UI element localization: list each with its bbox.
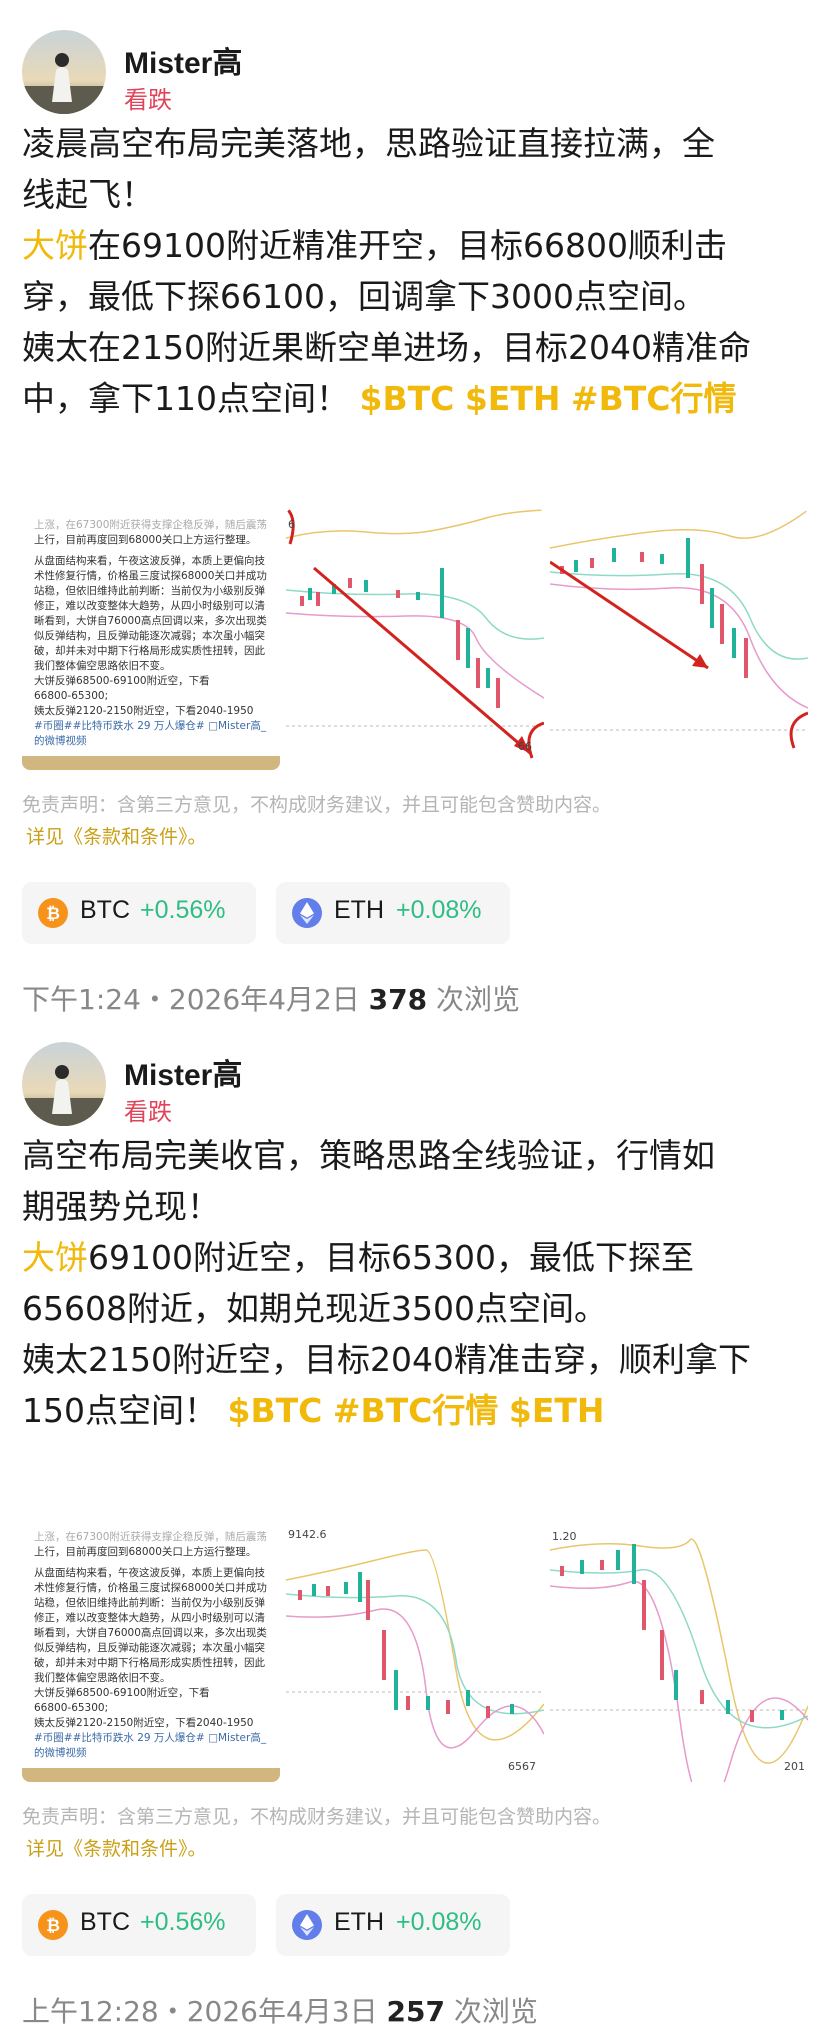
post-text: 高空布局完美收官，策略思路全线验证，行情如 期强势兑现！ 大饼69100附近空，… (22, 1130, 812, 1436)
coin-change: +0.08% (396, 896, 482, 924)
post-header: Mister高 看跌 (22, 1042, 802, 1132)
post-time: 上午12:28・2026年4月3日 (22, 1995, 378, 2028)
coin-symbol: ETH (334, 896, 384, 924)
hashtag-btc-market[interactable]: #BTC行情 (333, 1391, 499, 1430)
ethereum-icon (292, 1910, 322, 1940)
text-line: 凌晨高空布局完美落地，思路验证直接拉满，全 (22, 124, 715, 163)
price-label: 201 (784, 1760, 805, 1773)
terms-link[interactable]: 详见《条款和条件》。 (26, 1834, 207, 1861)
text-line: 姨太在2150附近果断空单进场，目标2040精准命 (22, 328, 751, 367)
coin-chip-btc[interactable]: ₿ BTC +0.56% (22, 1894, 256, 1956)
image-text-note[interactable]: 上涨，在67300附近获得支撑企稳反弹，随后震荡 上行，目前再度回到68000关… (22, 508, 280, 770)
ethereum-icon (292, 898, 322, 928)
cashtag-btc[interactable]: $BTC (360, 379, 455, 418)
sentiment-tag: 看跌 (124, 86, 172, 114)
cashtag-eth[interactable]: $ETH (509, 1391, 605, 1430)
note-text: 上涨，在67300附近获得支撑企稳反弹，随后震荡 上行，目前再度回到68000关… (34, 519, 267, 747)
image-strip (22, 1768, 280, 1782)
image-chart-btc[interactable]: 6 66 (286, 508, 544, 770)
svg-text:₿: ₿ (46, 1916, 60, 1936)
text-line: 大饼69100附近空，目标65300，最低下探至 (22, 1238, 694, 1277)
price-label: 6 (288, 518, 295, 531)
bitcoin-icon: ₿ (38, 898, 68, 928)
price-label: 66 (518, 740, 532, 753)
price-label: 6567 (508, 1760, 536, 1773)
avatar[interactable] (22, 1042, 106, 1126)
highlight-keyword[interactable]: 大饼 (22, 1238, 88, 1277)
text-line: 65608附近，如期兑现近3500点空间。 (22, 1289, 607, 1328)
text-line: 线起飞！ (22, 175, 154, 214)
author-name[interactable]: Mister高 (124, 1050, 242, 1094)
view-count: 378 (368, 983, 428, 1016)
price-label: 9142.6 (288, 1528, 327, 1541)
post-meta: 上午12:28・2026年4月3日 257 次浏览 (22, 1990, 538, 2030)
view-count: 257 (386, 1995, 445, 2028)
disclaimer: 免责声明：含第三方意见，不构成财务建议，并且可能包含赞助内容。 (22, 1806, 612, 1828)
image-chart-eth[interactable]: 1.20 201 (550, 1520, 808, 1782)
coin-change: +0.56% (140, 1908, 226, 1936)
author-name[interactable]: Mister高 (124, 38, 242, 82)
text-line: 期强势兑现！ (22, 1187, 220, 1226)
post-header: Mister高 看跌 (22, 30, 802, 120)
coin-symbol: BTC (80, 896, 130, 924)
text-line: 大饼在69100附近精准开空，目标66800顺利击 (22, 226, 727, 265)
svg-text:₿: ₿ (46, 904, 60, 924)
coin-change: +0.08% (396, 1908, 482, 1936)
cashtag-btc[interactable]: $BTC (228, 1391, 323, 1430)
text-line: 穿，最低下探66100，回调拿下3000点空间。 (22, 277, 706, 316)
coin-chip-eth[interactable]: ETH +0.08% (276, 882, 510, 944)
image-chart-btc[interactable]: 9142.6 6567 (286, 1520, 544, 1782)
image-chart-eth[interactable] (550, 508, 808, 770)
image-text-note[interactable]: 上涨，在67300附近获得支撑企稳反弹，随后震荡 上行，目前再度回到68000关… (22, 1520, 280, 1782)
note-text: 上涨，在67300附近获得支撑企稳反弹，随后震荡 上行，目前再度回到68000关… (34, 1531, 267, 1759)
view-label: 次浏览 (453, 1995, 538, 2028)
image-gallery: 上涨，在67300附近获得支撑企稳反弹，随后震荡 上行，目前再度回到68000关… (22, 1520, 808, 1782)
coin-symbol: BTC (80, 1908, 130, 1936)
text-line: 姨太2150附近空，目标2040精准击穿，顺利拿下 (22, 1340, 751, 1379)
coin-change: +0.56% (140, 896, 226, 924)
hashtag-btc-market[interactable]: #BTC行情 (571, 379, 737, 418)
text-line: 高空布局完美收官，策略思路全线验证，行情如 (22, 1136, 715, 1175)
post-time: 下午1:24・2026年4月2日 (22, 983, 360, 1016)
coin-chip-eth[interactable]: ETH +0.08% (276, 1894, 510, 1956)
price-label: 1.20 (552, 1530, 577, 1543)
image-strip (22, 756, 280, 770)
coin-symbol: ETH (334, 1908, 384, 1936)
cashtag-eth[interactable]: $ETH (465, 379, 561, 418)
coin-chip-btc[interactable]: ₿ BTC +0.56% (22, 882, 256, 944)
bitcoin-icon: ₿ (38, 1910, 68, 1940)
post-meta: 下午1:24・2026年4月2日 378 次浏览 (22, 978, 520, 1018)
text-line: 中，拿下110点空间！ $BTC $ETH #BTC行情 (22, 379, 737, 418)
text-line: 150点空间！ $BTC #BTC行情 $ETH (22, 1391, 605, 1430)
avatar[interactable] (22, 30, 106, 114)
sentiment-tag: 看跌 (124, 1098, 172, 1126)
view-label: 次浏览 (436, 983, 521, 1016)
image-gallery: 上涨，在67300附近获得支撑企稳反弹，随后震荡 上行，目前再度回到68000关… (22, 508, 808, 770)
post-text: 凌晨高空布局完美落地，思路验证直接拉满，全 线起飞！ 大饼在69100附近精准开… (22, 118, 812, 424)
highlight-keyword[interactable]: 大饼 (22, 226, 88, 265)
terms-link[interactable]: 详见《条款和条件》。 (26, 822, 207, 849)
disclaimer: 免责声明：含第三方意见，不构成财务建议，并且可能包含赞助内容。 (22, 794, 612, 816)
